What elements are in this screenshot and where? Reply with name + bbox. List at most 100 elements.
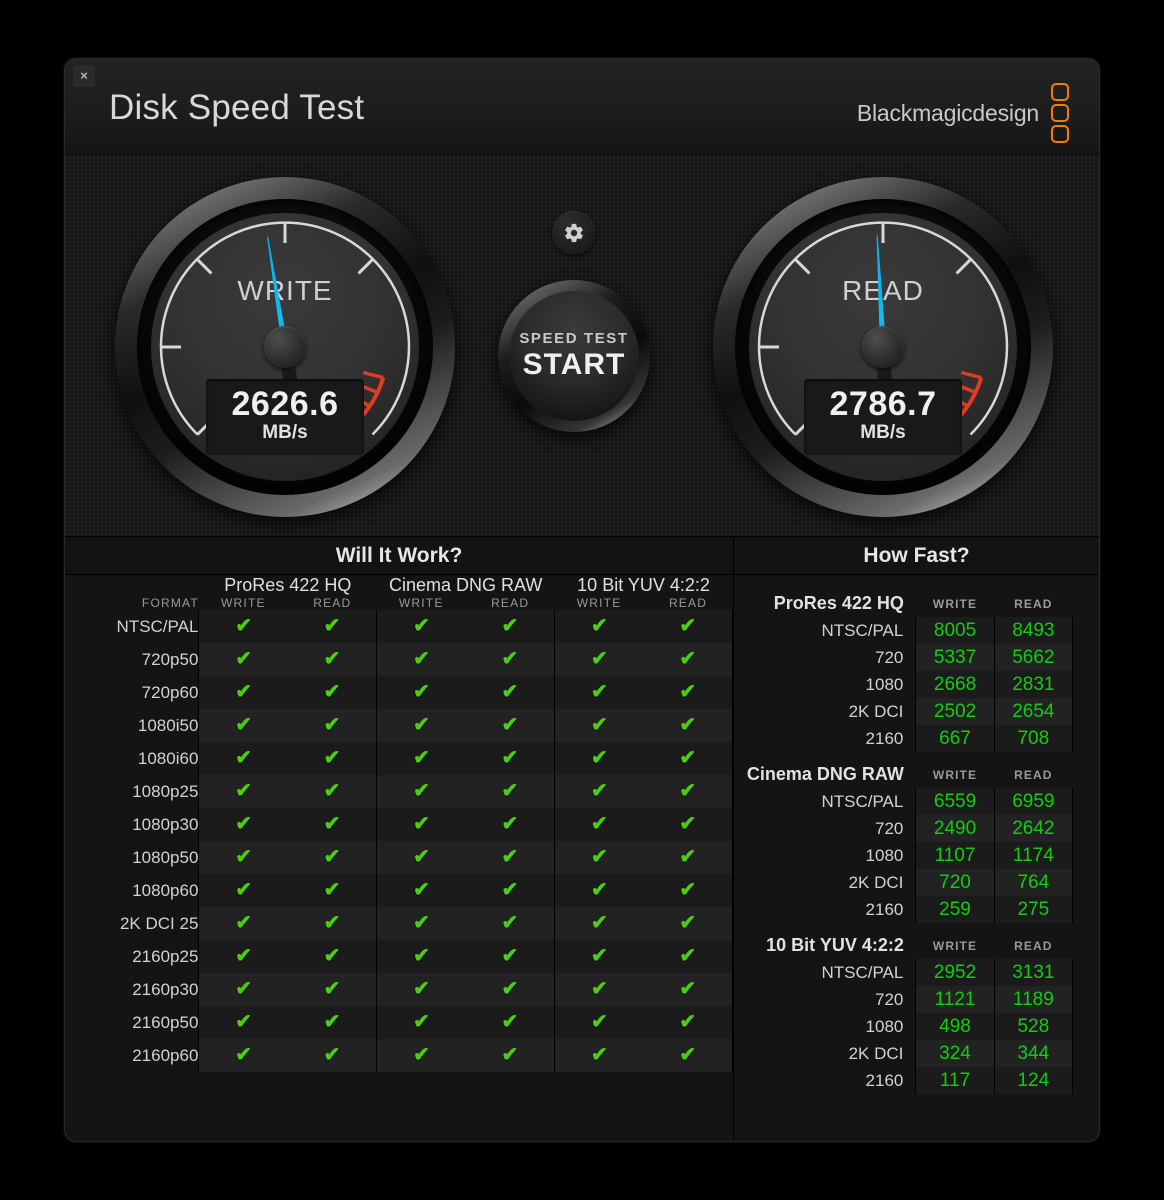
read-speed-value: 1174 xyxy=(993,842,1074,869)
compat-cell: ✔ xyxy=(376,808,466,841)
write-gauge-hub xyxy=(264,326,306,368)
compat-cell: ✔ xyxy=(465,709,555,742)
check-icon: ✔ xyxy=(235,714,252,736)
table-row: 1080p25 ✔ ✔ ✔ ✔ ✔ ✔ xyxy=(65,775,733,808)
check-icon: ✔ xyxy=(590,879,608,901)
compat-cell: ✔ xyxy=(198,808,288,841)
read-value: 2786.7 xyxy=(829,385,937,423)
compat-cell: ✔ xyxy=(376,907,466,940)
close-button[interactable]: × xyxy=(73,65,95,87)
check-icon: ✔ xyxy=(590,747,608,769)
resolution-label: 2160 xyxy=(865,899,904,919)
compat-cell: ✔ xyxy=(198,1006,288,1039)
how-fast-read-header: READ xyxy=(1014,596,1053,611)
how-fast-section-title: Cinema DNG RAW xyxy=(746,764,904,784)
read-speed-value: 2831 xyxy=(993,671,1074,698)
how-fast-table: ProRes 422 HQ WRITE READ NTSC/PAL 8005 8493 72… xyxy=(744,581,1074,752)
compat-cell: ✔ xyxy=(287,907,377,940)
compat-cell: ✔ xyxy=(287,643,377,676)
table-row: 720p60 ✔ ✔ ✔ ✔ ✔ ✔ xyxy=(65,676,733,709)
check-icon: ✔ xyxy=(501,747,519,769)
check-icon: ✔ xyxy=(235,747,252,769)
check-icon: ✔ xyxy=(323,648,341,670)
settings-button[interactable] xyxy=(552,211,596,255)
check-icon: ✔ xyxy=(323,912,341,934)
check-icon: ✔ xyxy=(413,912,430,934)
check-icon: ✔ xyxy=(501,648,519,670)
read-readout: 2786.7 MB/s xyxy=(804,379,962,455)
speed-test-start-button[interactable]: SPEED TEST START xyxy=(498,280,650,432)
write-unit: MB/s xyxy=(262,422,308,443)
compat-cell: ✔ xyxy=(287,610,377,643)
compat-cell: ✔ xyxy=(554,742,644,775)
start-button-label: START xyxy=(522,348,626,381)
compat-cell: ✔ xyxy=(287,676,377,709)
table-row: 1080i60 ✔ ✔ ✔ ✔ ✔ ✔ xyxy=(65,742,733,775)
format-label: 1080p25 xyxy=(65,775,199,808)
check-icon: ✔ xyxy=(590,978,608,1000)
write-speed-value: 6559 xyxy=(915,788,995,815)
format-label: 2160p50 xyxy=(65,1006,199,1039)
blackmagic-squares-icon xyxy=(1051,83,1069,143)
check-icon: ✔ xyxy=(501,615,519,637)
format-label: 720p50 xyxy=(65,643,199,676)
check-icon: ✔ xyxy=(235,1011,252,1033)
check-icon: ✔ xyxy=(235,846,252,868)
check-icon: ✔ xyxy=(679,681,697,703)
compat-cell: ✔ xyxy=(554,808,644,841)
compat-cell: ✔ xyxy=(643,742,733,775)
compat-cell: ✔ xyxy=(465,973,555,1006)
resolution-label: 2160 xyxy=(865,728,904,748)
compat-cell: ✔ xyxy=(198,973,288,1006)
read-unit: MB/s xyxy=(860,422,906,443)
resolution-label: NTSC/PAL xyxy=(821,962,904,982)
compat-cell: ✔ xyxy=(287,874,377,907)
check-icon: ✔ xyxy=(235,780,252,802)
compat-cell: ✔ xyxy=(554,1039,644,1072)
check-icon: ✔ xyxy=(235,615,252,637)
write-speed-value: 2668 xyxy=(915,671,995,698)
table-row: 1080p50 ✔ ✔ ✔ ✔ ✔ ✔ xyxy=(65,841,733,874)
compat-cell: ✔ xyxy=(287,1006,377,1039)
compat-cell: ✔ xyxy=(376,1039,466,1072)
write-speed-value: 324 xyxy=(915,1040,995,1067)
format-column-header: FORMAT xyxy=(141,596,199,610)
check-icon: ✔ xyxy=(679,714,697,736)
check-icon: ✔ xyxy=(323,978,341,1000)
check-icon: ✔ xyxy=(590,714,608,736)
format-label: 1080i60 xyxy=(65,742,199,775)
check-icon: ✔ xyxy=(590,912,608,934)
table-row: 1080 2668 2831 xyxy=(744,671,1074,698)
check-icon: ✔ xyxy=(501,1011,519,1033)
read-speed-value: 5662 xyxy=(993,644,1074,671)
format-label: 1080p60 xyxy=(65,874,199,907)
check-icon: ✔ xyxy=(679,813,697,835)
check-icon: ✔ xyxy=(413,681,430,703)
read-gauge-hub xyxy=(862,326,904,368)
table-row: NTSC/PAL ✔ ✔ ✔ ✔ ✔ ✔ xyxy=(65,610,733,643)
write-speed-value: 259 xyxy=(915,896,995,923)
brand-name: Blackmagicdesign xyxy=(856,99,1039,126)
check-icon: ✔ xyxy=(501,945,519,967)
start-button-face: SPEED TEST START xyxy=(509,291,639,421)
how-fast-write-header: WRITE xyxy=(932,767,978,782)
compat-cell: ✔ xyxy=(287,709,377,742)
check-icon: ✔ xyxy=(679,879,697,901)
write-value: 2626.6 xyxy=(231,385,339,423)
table-row: 720 1121 1189 xyxy=(744,986,1074,1013)
read-gauge-face: READ 2786.7 MB/s xyxy=(749,213,1017,481)
read-speed-value: 344 xyxy=(993,1040,1074,1067)
compat-cell: ✔ xyxy=(554,841,644,874)
table-row: 2K DCI 2502 2654 xyxy=(744,698,1074,725)
compat-cell: ✔ xyxy=(376,874,466,907)
compat-cell: ✔ xyxy=(465,841,555,874)
compat-cell: ✔ xyxy=(465,742,555,775)
write-speed-value: 2952 xyxy=(915,959,995,986)
will-it-work-table: FORMAT ProRes 422 HQ Cinema DNG RAW 10 B… xyxy=(65,575,733,1072)
check-icon: ✔ xyxy=(413,846,430,868)
read-gauge-label: READ xyxy=(842,275,924,306)
will-it-work-title: Will It Work? xyxy=(65,537,733,575)
compat-cell: ✔ xyxy=(287,973,377,1006)
subheader-cinemadng-write: WRITE xyxy=(398,596,444,610)
table-row: 2K DCI 720 764 xyxy=(744,869,1074,896)
